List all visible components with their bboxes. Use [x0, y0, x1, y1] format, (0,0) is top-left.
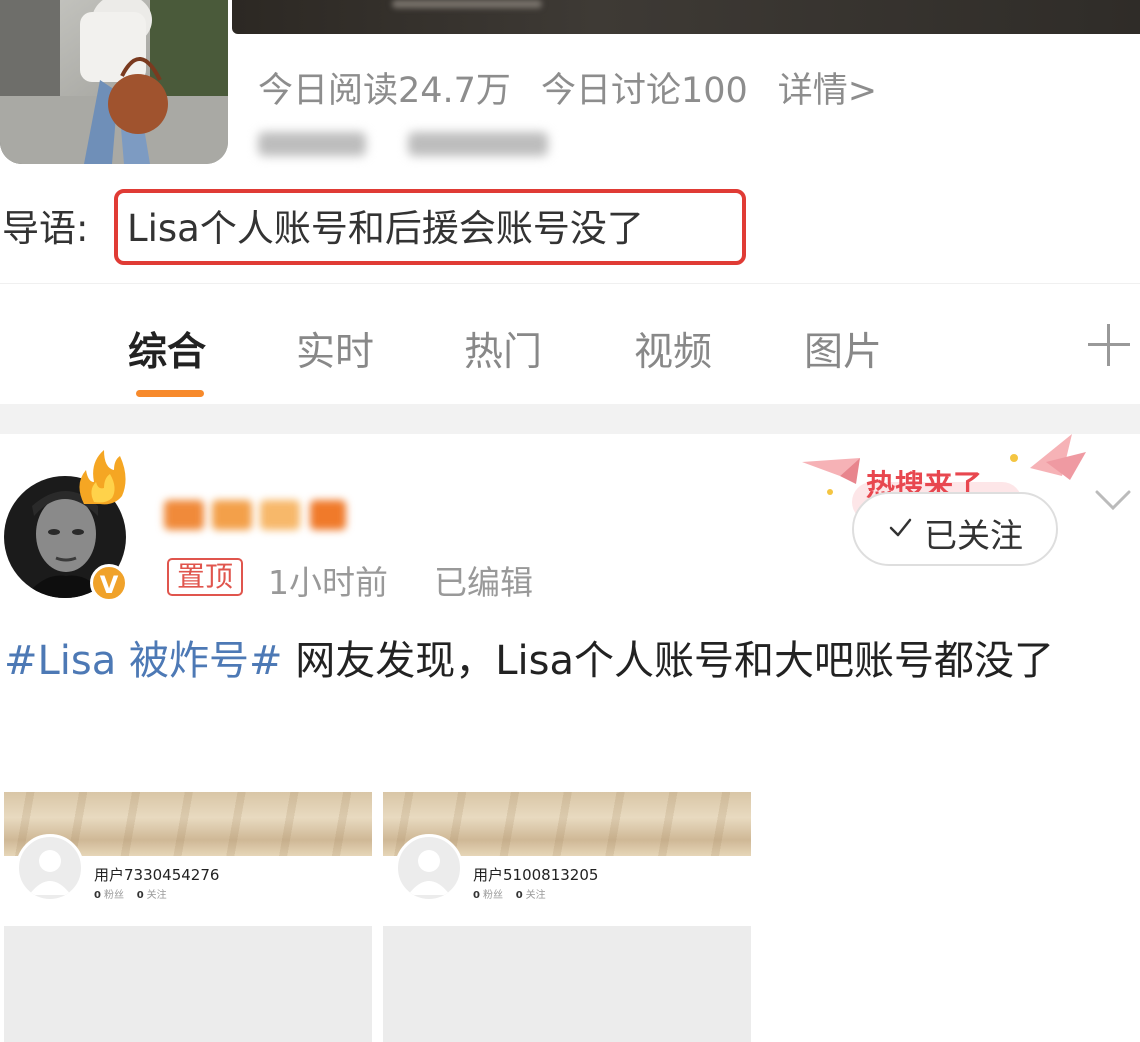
follow-label: 已关注	[924, 516, 1023, 555]
topic-cover-image[interactable]	[0, 0, 228, 164]
section-divider	[0, 404, 1140, 434]
profile-stats: 0 粉丝 0 关注	[94, 890, 167, 901]
blurred-topic-title	[392, 0, 542, 8]
guide-text: Lisa个人账号和后援会账号没了	[127, 207, 644, 250]
today-reads: 今日阅读24.7万	[258, 71, 511, 111]
blurred-username[interactable]	[164, 494, 354, 538]
default-avatar-icon	[16, 834, 84, 902]
tab-bar: 综合 实时 热门 视频 图片	[0, 283, 1140, 404]
plus-icon[interactable]	[1088, 324, 1130, 366]
hashtag-link[interactable]: #Lisa 被炸号#	[4, 638, 283, 684]
profile-stats: 0 粉丝 0 关注	[473, 890, 546, 901]
flame-icon	[79, 450, 126, 505]
tab-hot[interactable]: 热门	[464, 321, 542, 377]
tab-images[interactable]: 图片	[804, 321, 882, 377]
verified-badge-icon: V	[90, 564, 128, 602]
active-tab-indicator	[136, 390, 204, 397]
chevron-down-icon[interactable]	[1094, 488, 1132, 512]
pinned-badge: 置顶	[167, 558, 244, 596]
topic-title-bar	[232, 0, 1140, 34]
default-avatar-icon	[395, 834, 463, 902]
check-icon	[889, 518, 912, 537]
today-discussions: 今日讨论100	[540, 71, 748, 111]
details-link[interactable]: 详情>	[778, 62, 877, 111]
tab-comprehensive[interactable]: 综合	[128, 321, 206, 377]
post-body: #Lisa 被炸号# 网友发现，Lisa个人账号和大吧账号都没了	[4, 630, 1124, 692]
profile-empty-area	[4, 926, 372, 1042]
follow-button[interactable]: 已关注	[852, 492, 1058, 566]
guide-label: 导语:	[2, 207, 89, 250]
post-image-2[interactable]: 用户5100813205 0 粉丝 0 关注	[383, 792, 751, 1042]
blurred-hosts	[258, 122, 558, 166]
topic-stats: 今日阅读24.7万 今日讨论100 详情>	[258, 62, 877, 111]
edited-label[interactable]: 已编辑	[434, 556, 533, 604]
profile-username: 用户7330454276	[94, 866, 220, 884]
tab-realtime[interactable]: 实时	[296, 321, 374, 377]
post-text: 网友发现，Lisa个人账号和大吧账号都没了	[282, 638, 1054, 684]
post-time: 1小时前	[268, 563, 388, 602]
post-image-1[interactable]: 用户7330454276 0 粉丝 0 关注	[4, 792, 372, 1042]
tab-video[interactable]: 视频	[634, 321, 712, 377]
profile-empty-area	[383, 926, 751, 1042]
profile-username: 用户5100813205	[473, 866, 599, 884]
